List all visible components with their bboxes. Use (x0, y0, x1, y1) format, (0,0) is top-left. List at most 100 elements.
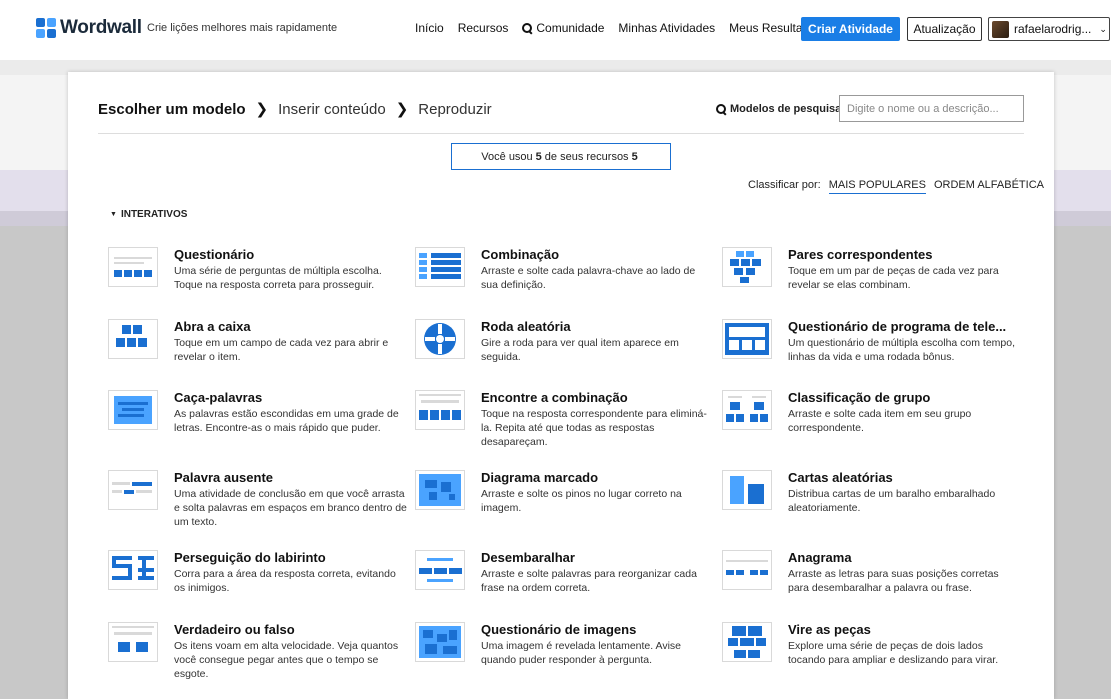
breadcrumb-step-play: Reproduzir (418, 100, 492, 118)
template-description: Uma imagem é revelada lentamente. Avise … (481, 640, 681, 666)
template-card[interactable]: Questionário de programa de tele... Um qu… (722, 319, 1022, 379)
template-title: Questionário de imagens (481, 622, 637, 637)
nav-community-label: Comunidade (536, 21, 605, 35)
template-card[interactable]: Questionário Uma série de perguntas de mú… (108, 247, 408, 307)
template-title: Classificação de grupo (788, 390, 931, 405)
nav-home[interactable]: Início (415, 21, 444, 35)
anagram-icon (722, 550, 772, 590)
main-nav: Início Recursos Comunidade Minhas Ativid… (415, 21, 822, 35)
template-description: Um questionário de múltipla escolha com … (788, 337, 1016, 363)
template-description: Toque em um campo de cada vez para abrir… (174, 337, 389, 363)
template-card[interactable]: Verdadeiro ou falso Os itens voam em alta… (108, 622, 408, 682)
template-card[interactable]: Pares correspondentes Toque em um par de … (722, 247, 1022, 307)
maze-chase-icon (108, 550, 158, 590)
template-card[interactable]: Vire as peças Explore uma série de peças … (722, 622, 1022, 682)
usage-total: 5 (631, 150, 638, 163)
template-title: Verdadeiro ou falso (174, 622, 295, 637)
template-search-input[interactable] (839, 95, 1024, 122)
wordwall-logo[interactable]: Wordwall (36, 17, 142, 39)
template-title: Questionário (174, 247, 255, 262)
template-description: Gire a roda para ver qual item aparece e… (481, 337, 679, 363)
wordsearch-icon (108, 390, 158, 430)
template-card[interactable]: Classificação de grupo Arraste e solte ca… (722, 390, 1022, 450)
template-description: Arraste as letras para suas posições cor… (788, 568, 999, 594)
search-icon (522, 23, 533, 33)
template-title: Palavra ausente (174, 470, 274, 485)
template-card[interactable]: Desembaralhar Arraste e solte palavras pa… (415, 550, 715, 610)
breadcrumb-step-choose-template: Escolher um modelo (98, 100, 246, 118)
template-card[interactable]: Anagrama Arraste as letras para suas posi… (722, 550, 1022, 610)
template-title: Desembaralhar (481, 550, 575, 565)
template-card[interactable]: Combinação Arraste e solte cada palavra-c… (415, 247, 715, 307)
gameshow-quiz-icon (722, 319, 772, 359)
search-icon (716, 104, 726, 114)
template-picker-panel: Escolher um modelo ❯ Inserir conteúdo ❯ … (68, 72, 1054, 699)
template-title: Vire as peças (788, 622, 871, 637)
top-navigation-bar: Wordwall Crie lições melhores mais rapid… (0, 0, 1111, 60)
random-cards-icon (722, 470, 772, 510)
quiz-icon (108, 247, 158, 287)
usage-notice: Você usou 5 de seus recursos 5 (451, 143, 671, 170)
sort-label: Classificar por: (748, 179, 821, 191)
template-description: Uma série de perguntas de múltipla escol… (174, 265, 382, 291)
usage-used: 5 (535, 150, 542, 163)
sort-alphabetical[interactable]: ORDEM ALFABÉTICA (934, 179, 1044, 194)
template-description: Os itens voam em alta velocidade. Veja q… (174, 640, 399, 680)
template-title: Anagrama (788, 550, 852, 565)
template-card[interactable]: Caça-palavras As palavras estão escondida… (108, 390, 408, 450)
template-card[interactable]: Palavra ausente Uma atividade de conclusã… (108, 470, 408, 530)
logo-text: Wordwall (60, 17, 142, 38)
template-description: As palavras estão escondidas em uma grad… (174, 408, 399, 434)
template-title: Roda aleatória (481, 319, 571, 334)
template-description: Arraste e solte os pinos no lugar corret… (481, 488, 682, 514)
breadcrumb-step-enter-content: Inserir conteúdo (278, 100, 386, 118)
avatar (992, 20, 1009, 38)
template-title: Questionário de programa de tele... (788, 319, 1007, 334)
template-description: Corra para a área da resposta correta, e… (174, 568, 396, 594)
template-title: Perseguição do labirinto (174, 550, 326, 565)
sort-options: Classificar por: MAIS POPULARES ORDEM AL… (748, 179, 1044, 194)
template-title: Abra a caixa (174, 319, 251, 334)
missing-word-icon (108, 470, 158, 510)
template-card[interactable]: Questionário de imagens Uma imagem é reve… (415, 622, 715, 682)
template-description: Arraste e solte cada palavra-chave ao la… (481, 265, 696, 291)
chevron-down-icon: ⌄ (1099, 23, 1107, 34)
template-card[interactable]: Diagrama marcado Arraste e solte os pinos… (415, 470, 715, 530)
unjumble-icon (415, 550, 465, 590)
template-description: Arraste e solte palavras para reorganiza… (481, 568, 697, 594)
triangle-down-icon: ▼ (110, 211, 117, 218)
template-description: Distribua cartas de um baralho embaralha… (788, 488, 996, 514)
image-quiz-icon (415, 622, 465, 662)
template-card[interactable]: Perseguição do labirinto Corra para a áre… (108, 550, 408, 610)
matching-pairs-icon (722, 247, 772, 287)
user-menu[interactable]: rafaelarodrig... ⌄ (988, 17, 1110, 41)
template-title: Combinação (481, 247, 560, 262)
section-toggle-interactive[interactable]: ▼ INTERATIVOS (110, 209, 187, 220)
template-description: Uma atividade de conclusão em que você a… (174, 488, 407, 528)
template-description: Explore uma série de peças de dois lados… (788, 640, 999, 666)
template-card[interactable]: Roda aleatória Gire a roda para ver qual … (415, 319, 715, 379)
flip-tiles-icon (722, 622, 772, 662)
template-title: Pares correspondentes (788, 247, 933, 262)
nav-features[interactable]: Recursos (458, 21, 509, 35)
template-title: Caça-palavras (174, 390, 263, 405)
nav-my-activities[interactable]: Minhas Atividades (618, 21, 715, 35)
template-card[interactable]: Abra a caixa Toque em um campo de cada ve… (108, 319, 408, 379)
user-name: rafaelarodrig... (1014, 22, 1092, 36)
create-activity-button[interactable]: Criar Atividade (801, 17, 900, 41)
template-description: Toque na resposta correspondente para el… (481, 408, 707, 448)
template-title: Diagrama marcado (481, 470, 599, 485)
chevron-right-icon: ❯ (395, 101, 409, 118)
upgrade-button[interactable]: Atualização (907, 17, 982, 41)
template-card[interactable]: Encontre a combinação Toque na resposta c… (415, 390, 715, 450)
breadcrumb: Escolher um modelo ❯ Inserir conteúdo ❯ … (98, 100, 492, 119)
sort-most-popular[interactable]: MAIS POPULARES (828, 179, 926, 194)
template-search-label-text: Modelos de pesquisa: (730, 103, 845, 115)
usage-prefix: Você usou (481, 150, 533, 163)
template-title: Encontre a combinação (481, 390, 628, 405)
wordwall-logo-icon (36, 18, 56, 38)
labelled-diagram-icon (415, 470, 465, 510)
nav-community[interactable]: Comunidade (522, 21, 604, 35)
section-title: INTERATIVOS (120, 209, 188, 220)
template-card[interactable]: Cartas aleatórias Distribua cartas de um … (722, 470, 1022, 530)
